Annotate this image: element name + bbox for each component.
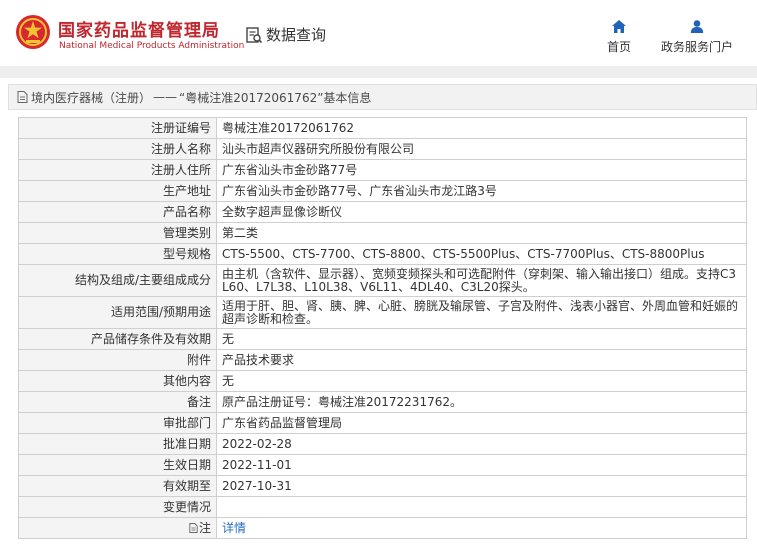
table-row: 产品储存条件及有效期 无 [18,328,747,350]
field-label: 产品储存条件及有效期 [18,328,217,350]
site-title[interactable]: 国家药品监督管理局 [58,16,220,41]
field-label: 批准日期 [18,433,217,455]
home-icon [612,20,626,33]
table-row: 结构及组成/主要组成成分 由主机（含软件、显示器）、宽频变频探头和可选配附件（穿… [18,264,747,297]
field-value: 2022-11-01 [216,454,747,476]
breadcrumb-title: “粤械注准20172061762”基本信息 [179,90,372,105]
table-row: 生效日期 2022-11-01 [18,454,747,476]
field-value: CTS-5500、CTS-7700、CTS-8800、CTS-5500Plus、… [216,243,747,265]
header-divider [0,66,757,78]
table-row: 产品名称 全数字超声显像诊断仪 [18,201,747,223]
field-value: 粤械注准20172061762 [216,117,747,139]
field-label: 有效期至 [18,475,217,497]
field-value: 无 [216,328,747,350]
field-label: 注册证编号 [18,117,217,139]
field-value: 详情 [216,517,747,539]
field-label: 备注 [18,391,217,413]
data-query-icon [246,26,263,43]
field-label: 注册人住所 [18,159,217,181]
data-query-label: 数据查询 [266,26,327,44]
field-label: 型号规格 [18,243,217,265]
field-label: 审批部门 [18,412,217,434]
breadcrumb-category[interactable]: 境内医疗器械（注册） [31,89,151,106]
field-value: 适用于肝、胆、肾、胰、脾、心脏、膀胱及输尿管、子宫及附件、浅表小器官、外周血管和… [216,296,747,329]
field-value: 由主机（含软件、显示器）、宽频变频探头和可选配附件（穿刺架、输入输出接口）组成。… [216,264,747,297]
table-row: 注册证编号 粤械注准20172061762 [18,117,747,139]
table-row: 附件 产品技术要求 [18,349,747,371]
field-label: 其他内容 [18,370,217,392]
detail-link[interactable]: 详情 [222,521,246,535]
field-value: 2022-02-28 [216,433,747,455]
field-label: 生效日期 [18,454,217,476]
field-label: 产品名称 [18,201,217,223]
data-query-link[interactable]: 数据查询 [245,24,326,45]
note-label: 注 [18,517,217,539]
field-label: 生产地址 [18,180,217,202]
table-row: 生产地址 广东省汕头市金砂路77号、广东省汕头市龙江路3号 [18,180,747,202]
user-icon [690,20,704,33]
site-subtitle: National Medical Products Administration [59,41,245,51]
breadcrumb-separator: —— [153,90,178,104]
breadcrumb: 境内医疗器械（注册） —— “粤械注准20172061762”基本信息 [8,84,757,110]
field-value: 全数字超声显像诊断仪 [216,201,747,223]
table-row: 注册人住所 广东省汕头市金砂路77号 [18,159,747,181]
field-label: 结构及组成/主要组成成分 [18,264,217,297]
field-value: 广东省汕头市金砂路77号、广东省汕头市龙江路3号 [216,180,747,202]
document-icon [189,522,198,533]
table-row: 注 详情 [18,517,747,539]
nav-service-portal[interactable]: 政务服务门户 [661,20,733,55]
table-row: 批准日期 2022-02-28 [18,433,747,455]
emblem-logo [16,15,50,49]
table-row: 管理类别 第二类 [18,222,747,244]
nav-home[interactable]: 首页 [607,20,631,55]
site-header: 国家药品监督管理局 National Medical Products Admi… [0,0,757,66]
table-row: 变更情况 [18,496,747,518]
document-icon [17,91,28,103]
registration-info-table: 注册证编号 粤械注准20172061762 注册人名称 汕头市超声仪器研究所股份… [18,117,747,539]
field-label: 注册人名称 [18,138,217,160]
field-value: 汕头市超声仪器研究所股份有限公司 [216,138,747,160]
table-row: 注册人名称 汕头市超声仪器研究所股份有限公司 [18,138,747,160]
table-row: 备注 原产品注册证号：粤械注准20172231762。 [18,391,747,413]
field-value: 2027-10-31 [216,475,747,497]
field-value: 无 [216,370,747,392]
nav-service-portal-label: 政务服务门户 [661,40,734,54]
field-label: 管理类别 [18,222,217,244]
field-value: 产品技术要求 [216,349,747,371]
field-value: 第二类 [216,222,747,244]
field-label: 变更情况 [18,496,217,518]
table-row: 有效期至 2027-10-31 [18,475,747,497]
table-row: 型号规格 CTS-5500、CTS-7700、CTS-8800、CTS-5500… [18,243,747,265]
note-label-text: 注 [198,520,211,535]
table-row: 适用范围/预期用途 适用于肝、胆、肾、胰、脾、心脏、膀胱及输尿管、子宫及附件、浅… [18,296,747,329]
field-value: 广东省汕头市金砂路77号 [216,159,747,181]
field-label: 适用范围/预期用途 [18,296,217,329]
nav-home-label: 首页 [607,40,632,54]
table-row: 其他内容 无 [18,370,747,392]
field-label: 附件 [18,349,217,371]
field-value: 广东省药品监督管理局 [216,412,747,434]
field-value [216,496,747,518]
field-value: 原产品注册证号：粤械注准20172231762。 [216,391,747,413]
table-row: 审批部门 广东省药品监督管理局 [18,412,747,434]
